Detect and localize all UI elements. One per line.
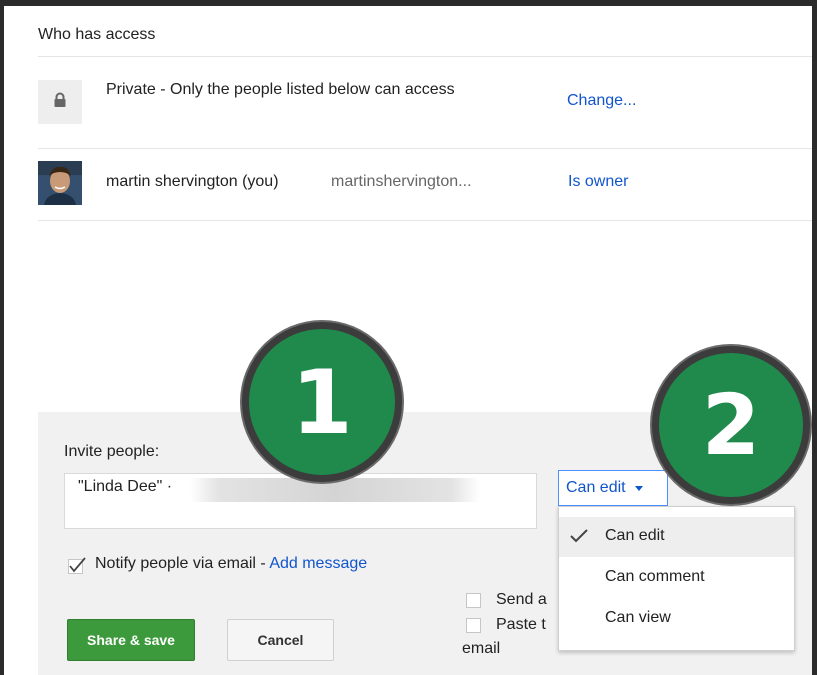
window-frame-right [812, 0, 817, 675]
menu-item-label: Can edit [605, 527, 665, 544]
permission-menu: Can edit Can comment Can view [558, 506, 795, 651]
cancel-button[interactable]: Cancel [227, 619, 334, 661]
notify-checkbox[interactable] [68, 557, 86, 574]
menu-item-can-edit[interactable]: Can edit [559, 517, 794, 557]
notify-label: Notify people via email - Add message [95, 555, 367, 573]
send-copy-label: Send a [496, 591, 547, 608]
menu-item-can-view[interactable]: Can view [559, 599, 794, 639]
paste-items-checkbox[interactable] [466, 618, 481, 633]
divider [38, 220, 812, 221]
permission-current: Can edit [566, 479, 626, 496]
avatar [38, 161, 82, 205]
owner-name: martin shervington (you) [106, 173, 279, 190]
annotation-badge-1: 1 [242, 322, 402, 482]
privacy-icon-box [38, 80, 82, 124]
menu-item-can-comment[interactable]: Can comment [559, 558, 794, 598]
checkmark-icon [569, 527, 589, 550]
notify-text: Notify people via email - [95, 555, 270, 572]
lock-icon [53, 92, 67, 113]
paste-items-label: Paste t [496, 616, 546, 633]
privacy-description: Private - Only the people listed below c… [106, 81, 455, 98]
send-copy-checkbox[interactable] [466, 593, 481, 608]
invite-recipient-token[interactable]: "Linda Dee" · [78, 478, 172, 496]
share-and-save-button[interactable]: Share & save [67, 619, 195, 661]
section-heading: Who has access [38, 26, 156, 43]
redacted-email [190, 478, 480, 502]
owner-email: martinshervington... [331, 173, 472, 190]
chevron-down-icon [634, 485, 643, 491]
add-message-link[interactable]: Add message [269, 555, 367, 572]
divider [38, 56, 812, 57]
owner-role-link[interactable]: Is owner [568, 173, 628, 191]
window-frame-left [0, 0, 4, 675]
change-privacy-link[interactable]: Change... [567, 92, 636, 110]
email-label: email [462, 640, 501, 657]
annotation-badge-2: 2 [652, 346, 810, 504]
divider [38, 148, 812, 149]
invite-label: Invite people: [64, 443, 160, 460]
permission-dropdown[interactable]: Can edit [558, 470, 668, 506]
menu-item-label: Can comment [605, 568, 705, 585]
menu-item-label: Can view [605, 609, 671, 626]
window-frame-top [0, 0, 817, 6]
